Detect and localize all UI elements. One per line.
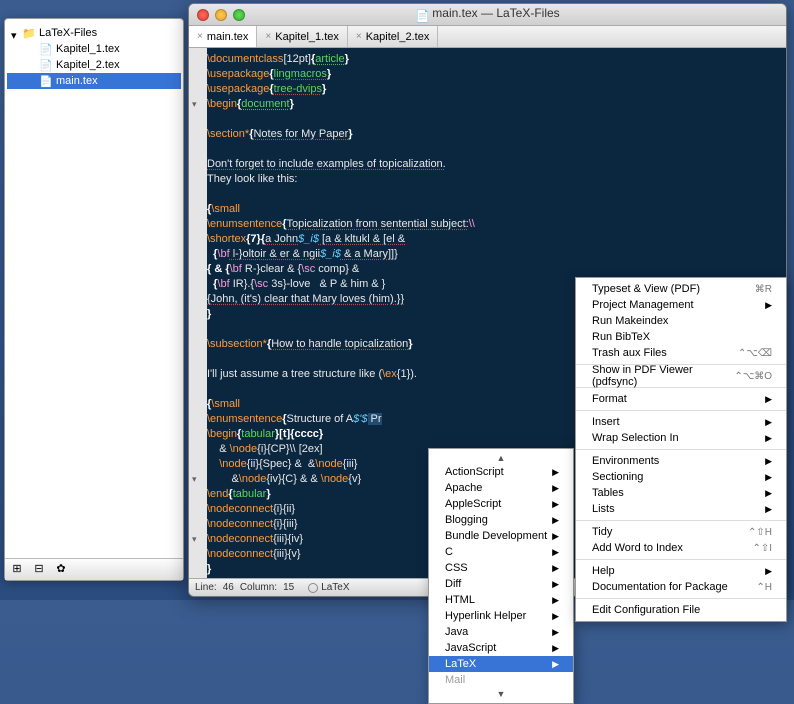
sidebar-toolbar: ⊞ ⊟ ✿ [5,558,183,580]
status-col-label: Column: [240,582,277,593]
menu-divider [576,449,786,450]
folder-icon: 📁 [22,26,36,40]
fold-icon[interactable]: ▾ [192,472,197,487]
menu-item-latex[interactable]: LaTeX▶ [429,656,573,672]
file-icon: 📄 [39,58,53,72]
sidebar-action-2[interactable]: ⊟ [31,562,47,578]
close-icon[interactable]: × [265,31,271,42]
menu-item-add-word-to-index[interactable]: Add Word to Index⌃⇧I [576,540,786,556]
chevron-down-icon: ▾ [11,29,20,38]
menu-item-javascript[interactable]: JavaScript▶ [429,640,573,656]
tree-item-label: Kapitel_2.tex [56,59,120,71]
menu-item-diff[interactable]: Diff▶ [429,576,573,592]
menu-item-apache[interactable]: Apache▶ [429,480,573,496]
gear-icon[interactable]: ✿ [53,562,69,578]
menu-item-html[interactable]: HTML▶ [429,592,573,608]
titlebar[interactable]: 📄main.tex — LaTeX-Files [189,4,786,26]
record-icon [308,583,318,593]
tab-main[interactable]: ×main.tex [189,26,257,47]
menu-item-java[interactable]: Java▶ [429,624,573,640]
document-icon: 📄 [415,9,429,23]
menu-item-mail[interactable]: Mail [429,672,573,688]
menu-item-c[interactable]: C▶ [429,544,573,560]
menu-item-hyperlink-helper[interactable]: Hyperlink Helper▶ [429,608,573,624]
tree-item-label: Kapitel_1.tex [56,43,120,55]
menu-item-typeset-view-pdf-[interactable]: Typeset & View (PDF)⌘R [576,281,786,297]
fold-icon[interactable]: ▾ [192,97,197,112]
menu-divider [576,410,786,411]
zoom-button[interactable] [233,9,245,21]
menu-item-wrap-selection-in[interactable]: Wrap Selection In▶ [576,430,786,446]
scroll-up-icon[interactable]: ▲ [429,452,573,464]
menu-divider [576,598,786,599]
menu-item-actionscript[interactable]: ActionScript▶ [429,464,573,480]
tree-root-label: LaTeX-Files [39,27,97,39]
tree-root[interactable]: ▾ 📁 LaTeX-Files [7,25,181,41]
menu-item-edit-configuration-file[interactable]: Edit Configuration File [576,602,786,618]
menu-item-documentation-for-package[interactable]: Documentation for Package⌃H [576,579,786,595]
tab-kap2[interactable]: ×Kapitel_2.tex [348,26,438,47]
status-col: 15 [283,582,294,593]
fold-icon[interactable]: ▾ [192,532,197,547]
menu-item-project-management[interactable]: Project Management▶ [576,297,786,313]
tree-item-label: main.tex [56,75,98,87]
language-selector[interactable]: LaTeX [308,582,349,593]
menu-item-css[interactable]: CSS▶ [429,560,573,576]
menu-divider [576,520,786,521]
tree-item-1[interactable]: 📄 Kapitel_2.tex [7,57,181,73]
menu-item-sectioning[interactable]: Sectioning▶ [576,469,786,485]
menu-item-help[interactable]: Help▶ [576,563,786,579]
bundle-menu: ▲ ActionScript▶Apache▶AppleScript▶Bloggi… [428,448,574,704]
tab-bar: ×main.tex ×Kapitel_1.tex ×Kapitel_2.tex [189,26,786,48]
menu-item-run-bibtex[interactable]: Run BibTeX [576,329,786,345]
menu-item-run-makeindex[interactable]: Run Makeindex [576,313,786,329]
menu-item-show-in-pdf-viewer-pdfsync-[interactable]: Show in PDF Viewer (pdfsync)⌃⌥⌘O [576,368,786,384]
status-line-label: Line: [195,582,217,593]
menu-item-tidy[interactable]: Tidy⌃⇧H [576,524,786,540]
traffic-lights [197,9,245,21]
tab-kap1[interactable]: ×Kapitel_1.tex [257,26,347,47]
menu-item-lists[interactable]: Lists▶ [576,501,786,517]
menu-item-insert[interactable]: Insert▶ [576,414,786,430]
menu-item-tables[interactable]: Tables▶ [576,485,786,501]
window-title: 📄main.tex — LaTeX-Files [189,6,786,23]
file-browser: ▾ 📁 LaTeX-Files 📄 Kapitel_1.tex 📄 Kapite… [4,18,184,581]
tree-item-2[interactable]: 📄 main.tex [7,73,181,89]
file-icon: 📄 [39,42,53,56]
menu-divider [576,559,786,560]
close-icon[interactable]: × [197,31,203,42]
close-icon[interactable]: × [356,31,362,42]
menu-item-bundle-development[interactable]: Bundle Development▶ [429,528,573,544]
file-icon: 📄 [39,74,53,88]
menu-item-blogging[interactable]: Blogging▶ [429,512,573,528]
latex-menu: Typeset & View (PDF)⌘RProject Management… [575,277,787,622]
sidebar-action-1[interactable]: ⊞ [9,562,25,578]
menu-item-applescript[interactable]: AppleScript▶ [429,496,573,512]
menu-item-trash-aux-files[interactable]: Trash aux Files⌃⌥⌫ [576,345,786,361]
minimize-button[interactable] [215,9,227,21]
menu-item-environments[interactable]: Environments▶ [576,453,786,469]
tree-item-0[interactable]: 📄 Kapitel_1.tex [7,41,181,57]
menu-item-format[interactable]: Format▶ [576,391,786,407]
gutter: ▾ ▾ ▾ [189,48,207,578]
status-line: 46 [223,582,234,593]
close-button[interactable] [197,9,209,21]
scroll-down-icon[interactable]: ▼ [429,688,573,700]
